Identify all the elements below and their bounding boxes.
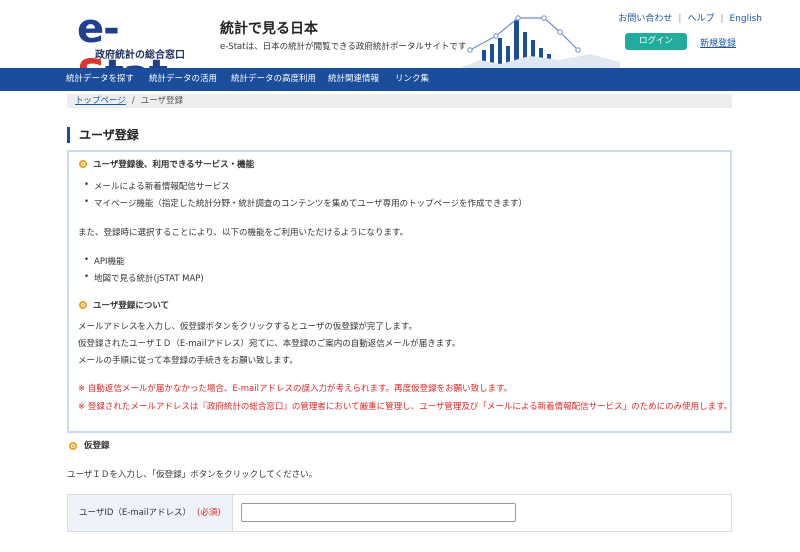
top-utility-links: お問い合わせ | ヘルプ | English	[618, 14, 763, 24]
nav-item-use-data[interactable]: 統計データの活用	[149, 68, 217, 91]
header-graph-illustration	[460, 15, 620, 68]
breadcrumb-home-link[interactable]: トップページ	[75, 96, 126, 106]
temp-registration-title: 仮登録	[84, 441, 110, 451]
estat-logo[interactable]: e-Stat 政府統計の総合窓口	[77, 6, 197, 98]
about-registration-title: ユーザ登録について	[93, 301, 170, 311]
email-field[interactable]	[241, 503, 516, 522]
bullet-circle-icon	[79, 160, 87, 168]
required-badge: (必須)	[197, 508, 221, 518]
registration-paragraph: メールの手順に従って本登録の手続きをお願い致します。	[78, 356, 298, 366]
temp-registration-description: ユーザＩＤを入力し、「仮登録」ボタンをクリックしてください。	[67, 470, 318, 480]
tagline-title: 統計で見る日本	[220, 21, 318, 37]
services-section-title: ユーザ登録後、利用できるサービス・機能	[93, 160, 255, 170]
notice-text: ※ 自動返信メールが届かなかった場合、E-mailアドレスの誤入力が考えられます…	[78, 384, 513, 394]
registration-paragraph: 仮登録されたユーザＩＤ（E-mailアドレス）宛てに、本登録のご案内の自動返信メ…	[78, 339, 461, 349]
options-paragraph: また、登録時に選択することにより、以下の機能をご利用いただけるようになります。	[78, 228, 409, 238]
bullet-circle-icon	[79, 301, 87, 309]
registration-paragraph: メールアドレスを入力し、仮登録ボタンをクリックするとユーザの仮登録が完了します。	[78, 322, 417, 332]
nav-item-search-data[interactable]: 統計データを探す	[66, 68, 134, 91]
global-nav: 統計データを探す 統計データの活用 統計データの高度利用 統計関連情報 リンク集	[0, 68, 800, 91]
notice-text: ※ 登録されたメールアドレスは『政府統計の総合窓口』の管理者において厳重に管理し…	[78, 402, 733, 412]
list-item: 地図で見る統計(jSTAT MAP)	[84, 272, 204, 284]
tagline-description: e-Statは、日本の統計が閲覧できる政府統計ポータルサイトです	[220, 42, 467, 52]
contact-link[interactable]: お問い合わせ	[618, 14, 672, 24]
info-box: ユーザ登録後、利用できるサービス・機能 メールによる新着情報配信サービス マイペ…	[67, 150, 732, 433]
site-header: e-Stat 政府統計の総合窓口 統計で見る日本 e-Statは、日本の統計が閲…	[0, 0, 800, 98]
login-button[interactable]: ログイン	[625, 33, 687, 50]
email-form-row: ユーザID（E-mailアドレス） (必須)	[67, 494, 732, 532]
list-item: API機能	[84, 255, 125, 267]
email-field-label: ユーザID（E-mailアドレス） (必須)	[68, 495, 233, 531]
logo-subtitle: 政府統計の総合窓口	[95, 50, 185, 61]
help-link[interactable]: ヘルプ	[687, 14, 714, 24]
nav-item-links[interactable]: リンク集	[395, 68, 429, 91]
register-link[interactable]: 新規登録	[700, 36, 736, 49]
nav-item-related-info[interactable]: 統計関連情報	[328, 68, 379, 91]
list-item: メールによる新着情報配信サービス	[84, 180, 230, 192]
breadcrumb: トップページ / ユーザ登録	[67, 94, 732, 108]
breadcrumb-current: ユーザ登録	[140, 96, 184, 106]
page-title: ユーザ登録	[67, 127, 139, 143]
list-item: マイページ機能（指定した統計分野・統計調査のコンテンツを集めてユーザ専用のトップ…	[84, 197, 527, 209]
english-link[interactable]: English	[730, 14, 763, 24]
nav-item-advanced-use[interactable]: 統計データの高度利用	[231, 68, 316, 91]
bullet-circle-icon	[69, 442, 77, 450]
